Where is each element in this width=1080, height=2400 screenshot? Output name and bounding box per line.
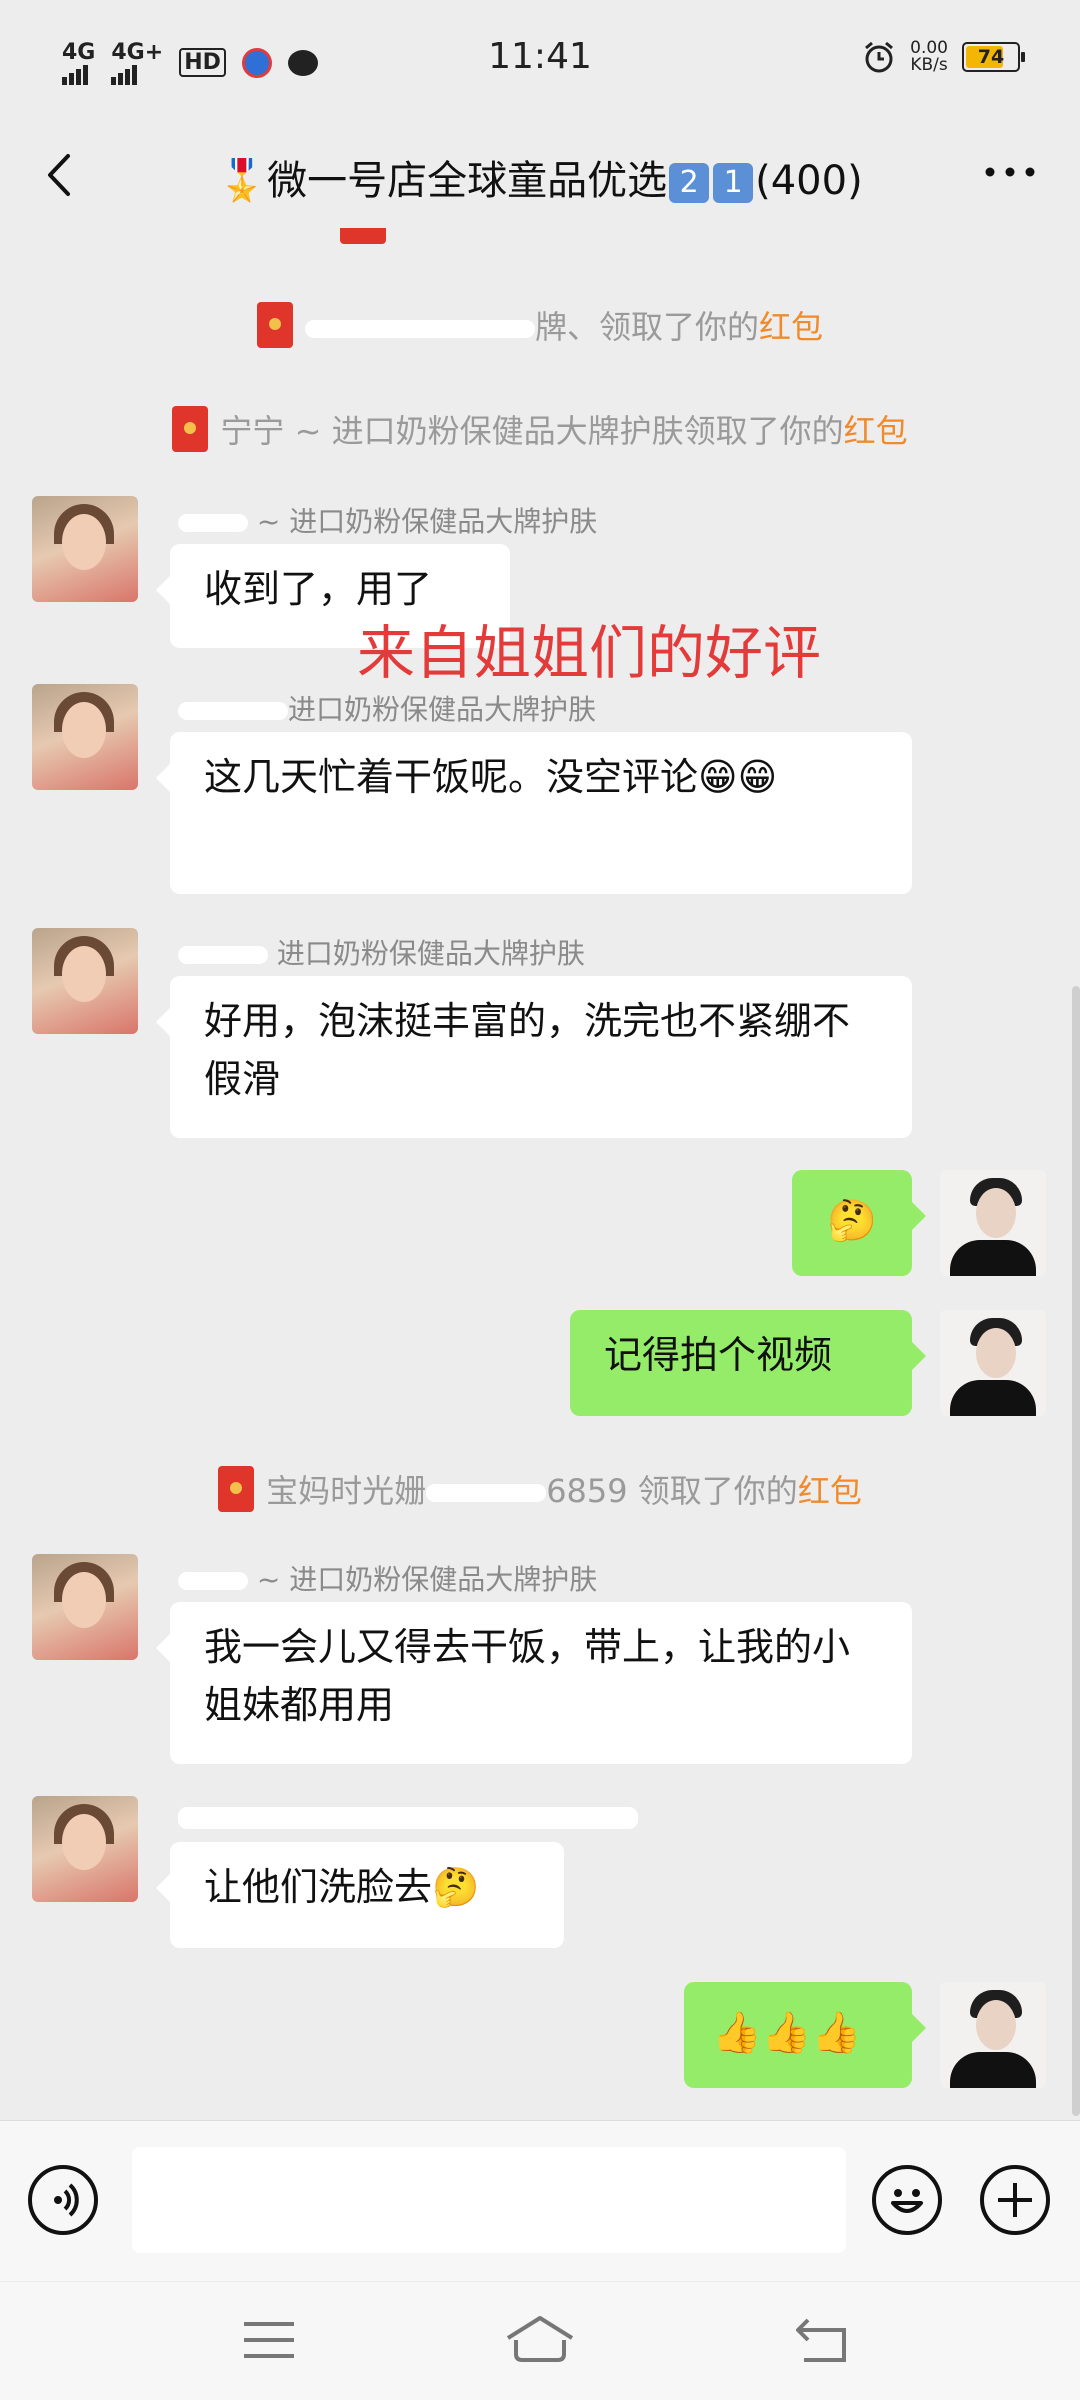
chat-header: 🎖️微一号店全球童品优选 2 1 (400) <box>0 122 1080 228</box>
redacted-name <box>178 702 288 720</box>
chat-title: 🎖️微一号店全球童品优选 2 1 (400) <box>120 148 960 206</box>
red-packet-icon <box>172 406 209 452</box>
title-text: 🎖️微一号店全球童品优选 <box>217 158 668 204</box>
redacted-name <box>178 1572 248 1590</box>
message-bubble[interactable]: 我一会儿又得去干饭，带上，让我的小姐妹都用用 <box>156 1602 912 1764</box>
message-bubble[interactable]: 这几天忙着干饭呢。没空评论😁😁 <box>156 732 912 894</box>
number-badge: 2 <box>669 163 710 203</box>
avatar[interactable] <box>32 684 138 790</box>
system-text: 6859 领取了你的 <box>546 1472 798 1510</box>
plus-icon <box>998 2183 1032 2217</box>
system-message: 牌、领取了你的红包 <box>0 302 1080 348</box>
system-text: 牌、领取了你的 <box>534 308 759 346</box>
thumbs-up-emoji: 👍👍👍 <box>712 2010 862 2056</box>
more-functions-button[interactable] <box>980 2165 1050 2235</box>
number-badge: 1 <box>713 163 754 203</box>
battery-icon: 74 <box>962 42 1025 72</box>
system-message: 宁宁 ~ 进口奶粉保健品大牌护肤领取了你的红包 <box>0 406 1080 452</box>
voice-icon <box>54 2183 79 2217</box>
avatar[interactable] <box>940 1170 1046 1276</box>
overlay-caption: 来自姐姐们的好评 <box>357 619 822 687</box>
menu-icon[interactable] <box>232 2310 312 2370</box>
system-text: 宝妈时光姗 <box>266 1472 427 1510</box>
avatar[interactable] <box>32 496 138 602</box>
avatar[interactable] <box>940 1310 1046 1416</box>
message-bubble[interactable]: 🤔 <box>792 1170 926 1276</box>
message-input[interactable] <box>132 2147 846 2253</box>
red-packet-link[interactable]: 红包 <box>798 1472 862 1510</box>
alarm-icon <box>865 41 894 73</box>
redacted-name <box>426 1484 547 1502</box>
redacted-name <box>178 1807 638 1829</box>
red-packet-link[interactable]: 红包 <box>759 308 823 346</box>
status-right: 0.00 KB/s 74 <box>862 40 1025 74</box>
more-options-icon[interactable] <box>980 152 1040 192</box>
back-icon[interactable] <box>38 150 88 200</box>
message-bubble[interactable]: 好用，泡沫挺丰富的，洗完也不紧绷不假滑 <box>156 976 912 1138</box>
sender-group: 进口奶粉保健品大牌护肤 <box>276 937 585 970</box>
sender-name: 进口奶粉保健品大牌护肤 <box>178 932 585 972</box>
sender-name: ~ 进口奶粉保健品大牌护肤 <box>178 500 597 540</box>
sender-group: ~ 进口奶粉保健品大牌护肤 <box>256 505 598 538</box>
sender-name <box>178 1800 638 1833</box>
red-packet-icon <box>218 1466 255 1512</box>
red-packet-icon <box>340 228 386 244</box>
red-packet-icon <box>256 302 293 348</box>
avatar[interactable] <box>940 1982 1046 2088</box>
avatar[interactable] <box>32 928 138 1034</box>
message-bubble[interactable]: 记得拍个视频 <box>570 1310 926 1416</box>
sender-name: 进口奶粉保健品大牌护肤 <box>178 688 596 728</box>
home-icon[interactable] <box>500 2310 580 2370</box>
smiley-icon <box>891 2189 923 2213</box>
system-text: 宁宁 ~ 进口奶粉保健品大牌护肤领取了你的 <box>220 412 844 450</box>
input-bar <box>0 2120 1080 2281</box>
redacted-name <box>178 514 248 532</box>
redacted-name <box>304 320 535 338</box>
status-bar: 4G 4G+ HD 11:41 0.00 KB/s 74 <box>0 0 1080 122</box>
sender-group: ~ 进口奶粉保健品大牌护肤 <box>256 1563 598 1596</box>
speed-unit: KB/s <box>910 55 948 75</box>
message-bubble[interactable]: 让他们洗脸去🤔 <box>156 1842 564 1948</box>
redacted-name <box>178 946 268 964</box>
voice-button[interactable] <box>28 2165 98 2235</box>
member-count: (400) <box>755 158 863 204</box>
sender-group: 进口奶粉保健品大牌护肤 <box>288 693 597 726</box>
thinking-emoji: 🤔 <box>827 1198 877 1244</box>
message-bubble[interactable]: 👍👍👍 <box>684 1982 926 2088</box>
sender-name: ~ 进口奶粉保健品大牌护肤 <box>178 1558 597 1598</box>
system-message: 宝妈时光姗 6859 领取了你的红包 <box>0 1466 1080 1512</box>
back-nav-icon[interactable] <box>784 2310 864 2370</box>
system-nav-bar <box>0 2282 1080 2400</box>
avatar[interactable] <box>32 1796 138 1902</box>
red-packet-link[interactable]: 红包 <box>844 412 908 450</box>
emoji-button[interactable] <box>872 2165 942 2235</box>
battery-percent: 74 <box>977 46 1005 68</box>
network-speed: 0.00 KB/s <box>910 40 948 74</box>
scrollbar[interactable] <box>1072 986 1080 2116</box>
avatar[interactable] <box>32 1554 138 1660</box>
